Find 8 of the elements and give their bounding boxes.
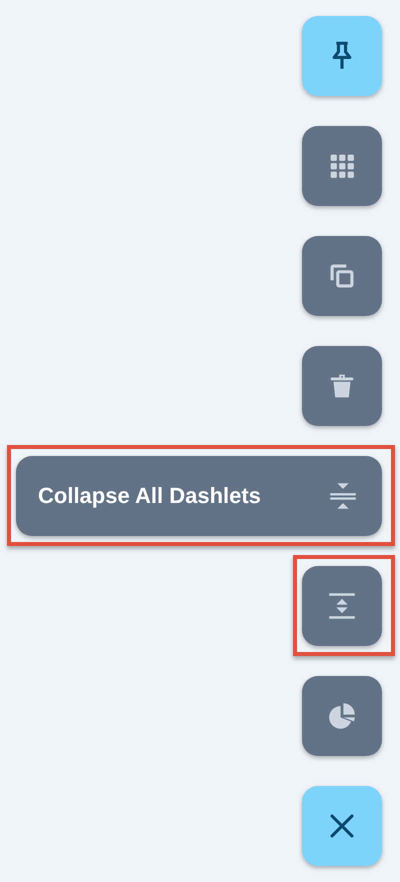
collapse-button[interactable]: Collapse All Dashlets: [16, 456, 382, 536]
close-button[interactable]: [302, 786, 382, 866]
pin-button[interactable]: [302, 16, 382, 96]
trash-button[interactable]: [302, 346, 382, 426]
expand-button[interactable]: [302, 566, 382, 646]
copy-button[interactable]: [302, 236, 382, 316]
chart-button[interactable]: [302, 676, 382, 756]
grid-button[interactable]: [302, 126, 382, 206]
